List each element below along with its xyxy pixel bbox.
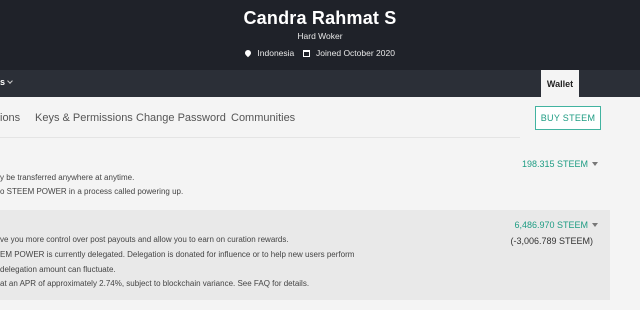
nav-dropdown-label: s (0, 77, 6, 87)
sp-amount-dropdown[interactable]: 6,486.970 STEEM (514, 220, 598, 230)
tab-change-password[interactable]: Change Password (136, 112, 226, 124)
tab-communities[interactable]: Communities (231, 112, 295, 124)
nav-dropdown[interactable]: s (0, 77, 13, 87)
joined-item: Joined October 2020 (302, 47, 395, 59)
caret-down-icon (592, 162, 598, 166)
tabs-divider (0, 137, 520, 138)
caret-down-icon (592, 223, 598, 227)
steem-desc-line: y be transferred anywhere at anytime. (0, 173, 135, 182)
sp-desc-line: EM POWER is currently delegated. Delegat… (0, 250, 355, 259)
calendar-icon (302, 49, 310, 57)
sp-desc-line: at an APR of approximately 2.74%, subjec… (0, 279, 310, 288)
steem-power-row: ve you more control over post payouts an… (0, 210, 610, 300)
steem-amount-dropdown[interactable]: 198.315 STEEM (522, 159, 598, 169)
joined-text: Joined October 2020 (316, 48, 395, 59)
sp-delegated-amount: (-3,006.789 STEEM) (510, 236, 593, 246)
profile-meta: Indonesia Joined October 2020 (0, 47, 640, 58)
steem-balance-row: y be transferred anywhere at anytime. o … (0, 150, 610, 202)
steem-amount: 198.315 STEEM (521, 159, 588, 169)
buy-steem-button[interactable]: BUY STEEM (535, 106, 601, 130)
tab-transfers[interactable]: ions (0, 112, 20, 124)
profile-name: Candra Rahmat S (243, 8, 397, 28)
profile-about: Hard Woker (297, 31, 343, 41)
sp-desc-line: delegation amount can fluctuate. (0, 265, 116, 274)
location-item: Indonesia (243, 47, 295, 59)
profile-header: Candra Rahmat S Hard Woker Indonesia Joi… (0, 0, 640, 70)
profile-navbar: s Wallet (0, 70, 640, 97)
location-text: Indonesia (257, 48, 295, 59)
steem-desc-line: o STEEM POWER in a process called poweri… (0, 187, 184, 196)
tab-keys-permissions[interactable]: Keys & Permissions (35, 112, 133, 124)
sp-amount: 6,486.970 STEEM (514, 220, 588, 230)
tab-wallet[interactable]: Wallet (541, 70, 579, 97)
chevron-down-icon (7, 78, 13, 84)
location-pin-icon (243, 48, 253, 58)
sp-desc-line: ve you more control over post payouts an… (0, 235, 289, 244)
